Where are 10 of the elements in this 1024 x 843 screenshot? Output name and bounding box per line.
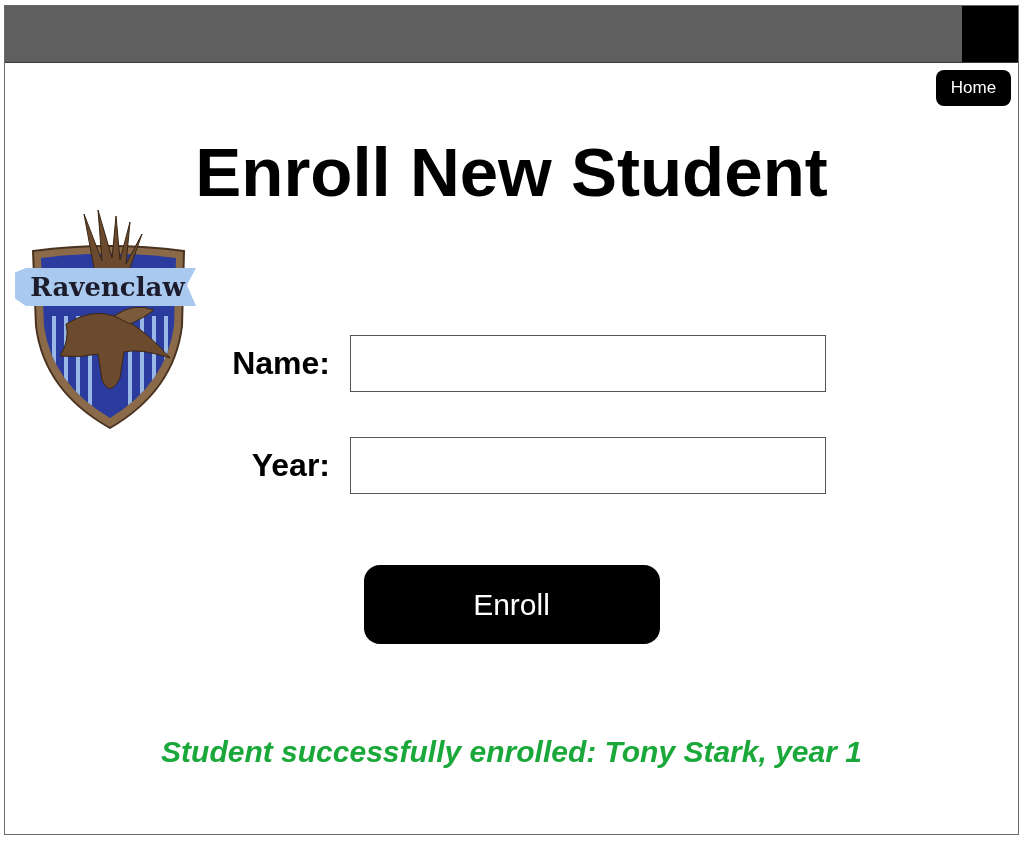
status-message: Student successfully enrolled: Tony Stark, year 1	[160, 734, 863, 770]
corner-square-icon	[962, 6, 1018, 62]
home-button[interactable]: Home	[936, 70, 1011, 106]
enroll-button[interactable]: Enroll	[363, 565, 660, 644]
field-label: Name:	[232, 345, 330, 382]
input-field[interactable]	[350, 335, 826, 392]
input-field[interactable]	[350, 437, 826, 494]
crest-banner: Ravenclaw	[15, 268, 196, 306]
field-label: Year:	[251, 447, 330, 484]
page-title: Enroll New Student	[194, 140, 829, 206]
